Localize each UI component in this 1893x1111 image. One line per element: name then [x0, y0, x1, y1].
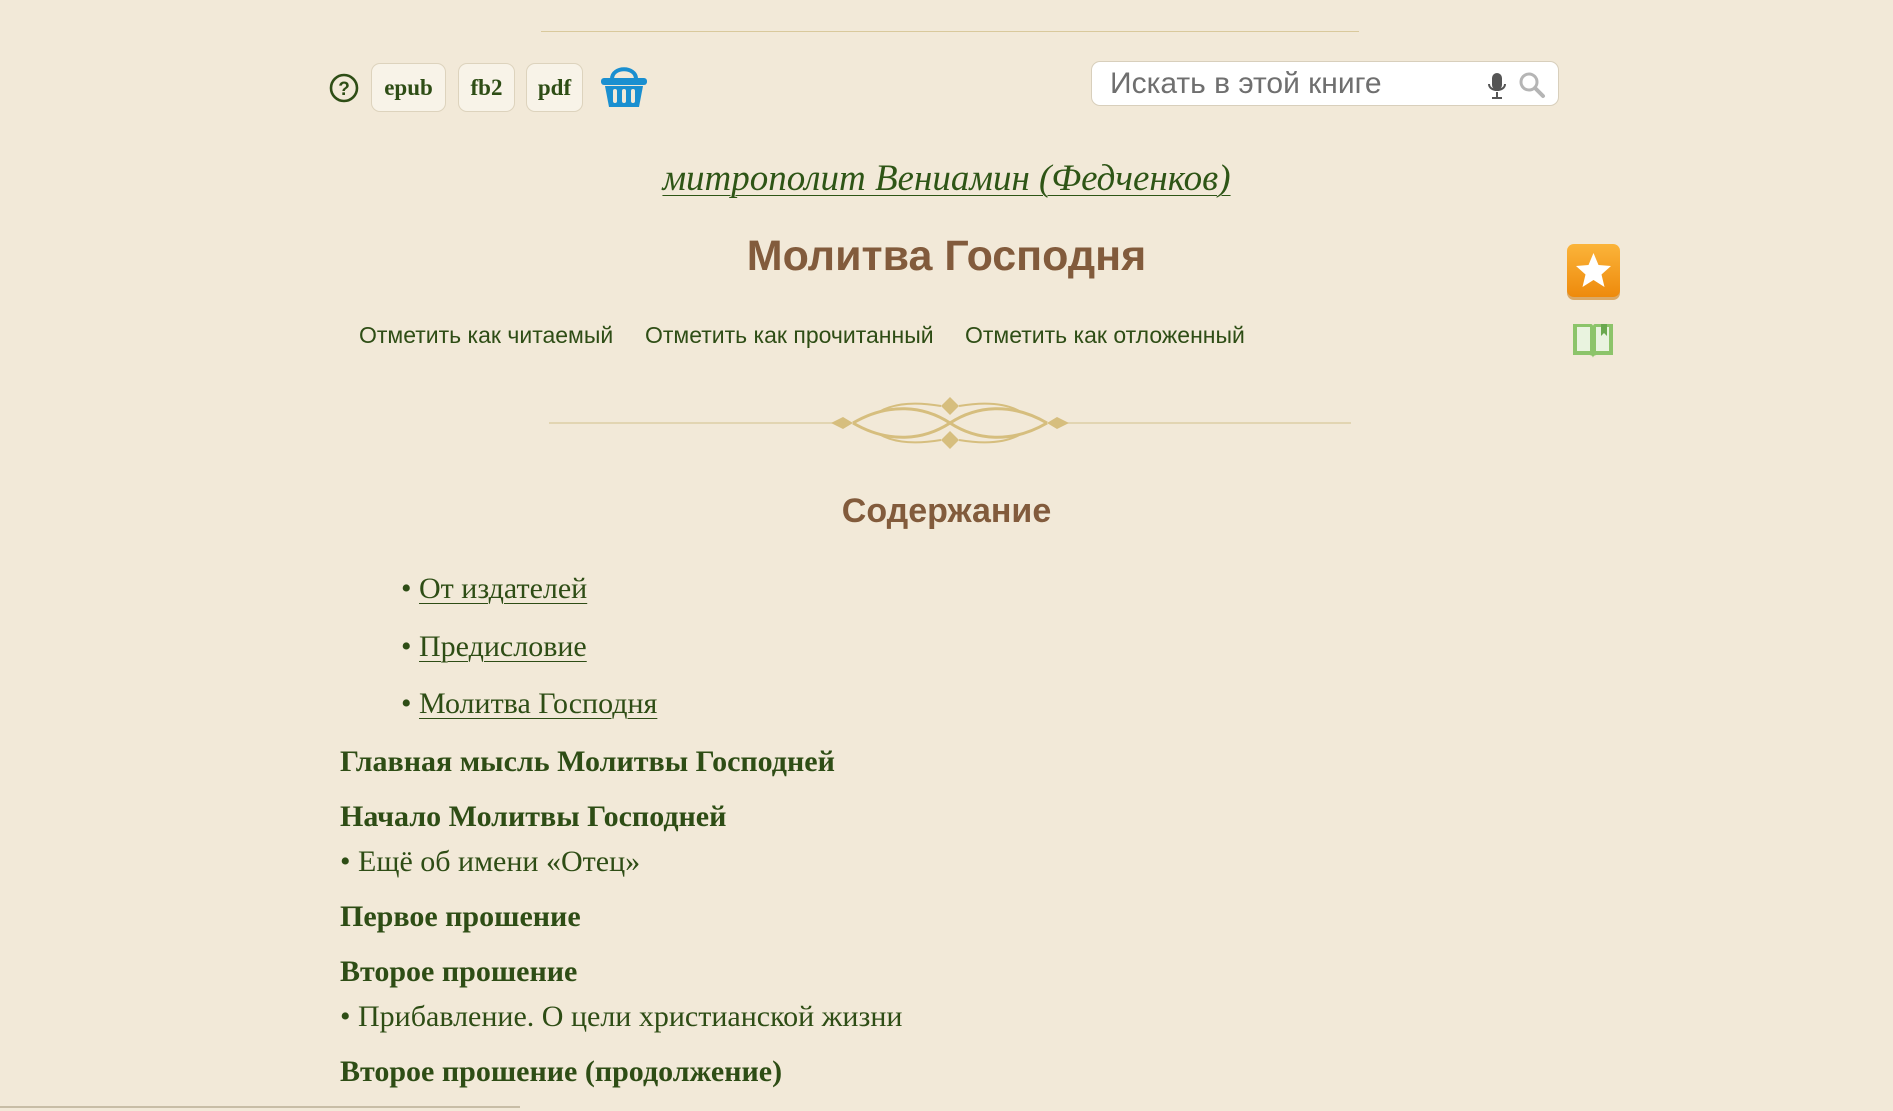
toc-section-second-petition-cont[interactable]: Второе прошение (продолжение)	[340, 1055, 782, 1089]
toc-section-second-petition[interactable]: Второе прошение	[340, 955, 577, 989]
toc-link-lords-prayer[interactable]: Молитва Господня	[419, 687, 657, 720]
toc-bullet: •	[401, 687, 412, 720]
toc-section-main-idea[interactable]: Главная мысль Молитвы Господней	[340, 745, 835, 779]
toc-item: • Молитва Господня	[401, 687, 657, 721]
author-link[interactable]: митрополит Вениамин (Федченков)	[0, 157, 1893, 200]
toc-bullet: •	[340, 1000, 351, 1033]
microphone-icon[interactable]	[1485, 71, 1509, 101]
toc-item[interactable]: • Прибавление. О цели христианской жизни	[340, 1000, 902, 1034]
toc-link-preface[interactable]: Предисловие	[419, 630, 587, 663]
toc-link-father-name[interactable]: Ещё об имени «Отец»	[358, 845, 640, 878]
mark-as-deferred-link[interactable]: Отметить как отложенный	[965, 322, 1245, 349]
toc-section-first-petition[interactable]: Первое прошение	[340, 900, 581, 934]
toc-section-beginning[interactable]: Начало Молитвы Господней	[340, 800, 726, 834]
toc-link-addition[interactable]: Прибавление. О цели христианской жизни	[358, 1000, 902, 1033]
ornamental-divider	[549, 397, 1351, 449]
top-divider	[541, 31, 1359, 32]
toc-link-publishers[interactable]: От издателей	[419, 572, 587, 605]
download-fb2-button[interactable]: fb2	[458, 63, 515, 112]
toc-item[interactable]: • Ещё об имени «Отец»	[340, 845, 640, 879]
mark-as-reading-link[interactable]: Отметить как читаемый	[359, 322, 613, 349]
toc-bullet: •	[401, 572, 412, 605]
download-epub-button[interactable]: epub	[371, 63, 446, 112]
toc-bullet: •	[401, 630, 412, 663]
download-pdf-button[interactable]: pdf	[526, 63, 583, 112]
toc-heading: Содержание	[841, 492, 1052, 530]
open-book-icon[interactable]	[1571, 318, 1615, 362]
search-box	[1091, 61, 1559, 106]
bottom-edge	[0, 1106, 520, 1108]
toc-item: • Предисловие	[401, 630, 587, 664]
favorite-star-icon[interactable]	[1566, 243, 1621, 301]
mark-as-read-link[interactable]: Отметить как прочитанный	[645, 322, 934, 349]
toc-bullet: •	[340, 845, 351, 878]
svg-text:?: ?	[338, 79, 350, 100]
search-input[interactable]	[1110, 66, 1470, 102]
toc-item: • От издателей	[401, 572, 587, 606]
basket-icon[interactable]	[599, 63, 649, 109]
help-icon[interactable]: ?	[329, 73, 359, 103]
magnifier-icon[interactable]	[1518, 71, 1546, 99]
